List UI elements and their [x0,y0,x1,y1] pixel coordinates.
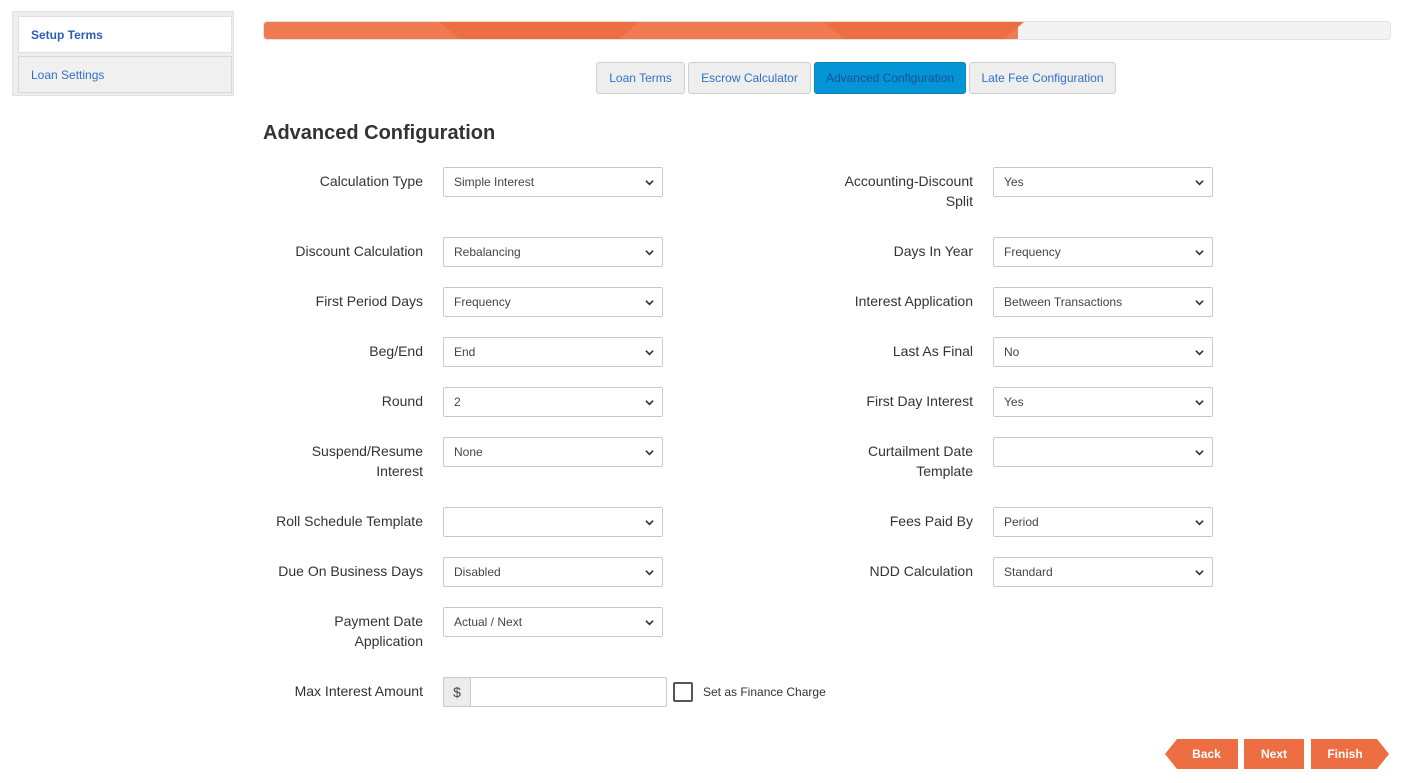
roll-schedule-template-label: Roll Schedule Template [276,513,423,529]
round-value: 2 [454,395,461,409]
progress-bar [263,21,1391,40]
first-day-interest-value: Yes [1004,395,1024,409]
curtailment-date-template-label: Curtailment Date Template [867,443,973,479]
ndd-calculation-select[interactable]: Standard [993,557,1213,587]
due-on-business-days-label: Due On Business Days [278,563,423,579]
beg-end-label: Beg/End [369,343,423,359]
currency-addon: $ [443,677,471,707]
progress-segment [824,22,1024,39]
tab-late-fee-configuration[interactable]: Late Fee Configuration [969,62,1116,94]
chevron-down-icon [645,570,654,576]
calculation-type-label: Calculation Type [319,173,423,189]
suspend-resume-interest-select[interactable]: None [443,437,663,467]
last-as-final-value: No [1004,345,1020,359]
days-in-year-select[interactable]: Frequency [993,237,1213,267]
chevron-down-icon [645,300,654,306]
fees-paid-by-value: Period [1004,515,1039,529]
days-in-year-label: Days In Year [893,243,973,259]
set-as-finance-charge-label: Set as Finance Charge [703,685,826,699]
tab-escrow-calculator[interactable]: Escrow Calculator [688,62,811,94]
chevron-down-icon [645,620,654,626]
beg-end-value: End [454,345,476,359]
interest-application-select[interactable]: Between Transactions [993,287,1213,317]
next-button[interactable]: Next [1244,739,1304,769]
tab-bar: Loan Terms Escrow Calculator Advanced Co… [596,62,1116,94]
chevron-down-icon [1195,300,1204,306]
chevron-down-icon [645,520,654,526]
due-on-business-days-select[interactable]: Disabled [443,557,663,587]
interest-application-value: Between Transactions [1004,295,1123,309]
calculation-type-select[interactable]: Simple Interest [443,167,663,197]
chevron-down-icon [645,180,654,186]
progress-segment [439,22,639,39]
suspend-resume-interest-label: Suspend/Resume Interest [311,443,423,479]
calculation-type-value: Simple Interest [454,175,535,189]
max-interest-amount-label: Max Interest Amount [294,683,423,699]
ndd-calculation-label: NDD Calculation [869,563,973,579]
accounting-discount-split-label: Accounting-Discount Split [844,173,973,209]
first-period-days-value: Frequency [454,295,511,309]
chevron-down-icon [1195,350,1204,356]
set-as-finance-charge-checkbox[interactable] [673,682,693,702]
roll-schedule-template-select[interactable] [443,507,663,537]
accounting-discount-split-value: Yes [1004,175,1024,189]
finish-button[interactable]: Finish [1311,739,1389,769]
discount-calculation-value: Rebalancing [454,245,521,259]
payment-date-application-select[interactable]: Actual / Next [443,607,663,637]
sidebar-item-loan-settings[interactable]: Loan Settings [18,56,232,93]
tab-advanced-configuration[interactable]: Advanced Configuration [814,62,966,94]
days-in-year-value: Frequency [1004,245,1061,259]
suspend-resume-interest-value: None [454,445,483,459]
round-label: Round [381,393,423,409]
first-period-days-label: First Period Days [315,293,423,309]
discount-calculation-label: Discount Calculation [295,243,423,259]
round-select[interactable]: 2 [443,387,663,417]
beg-end-select[interactable]: End [443,337,663,367]
curtailment-date-template-select[interactable] [993,437,1213,467]
ndd-calculation-value: Standard [1004,565,1053,579]
payment-date-application-value: Actual / Next [454,615,523,629]
due-on-business-days-value: Disabled [454,565,501,579]
chevron-down-icon [645,350,654,356]
fees-paid-by-label: Fees Paid By [889,513,973,529]
chevron-down-icon [1195,400,1204,406]
last-as-final-label: Last As Final [892,343,973,359]
last-as-final-select[interactable]: No [993,337,1213,367]
interest-application-label: Interest Application [854,293,973,309]
accounting-discount-split-select[interactable]: Yes [993,167,1213,197]
chevron-down-icon [1195,520,1204,526]
chevron-down-icon [645,450,654,456]
back-button[interactable]: Back [1165,739,1238,769]
page-title: Advanced Configuration [263,122,496,144]
first-day-interest-select[interactable]: Yes [993,387,1213,417]
max-interest-amount-input[interactable] [470,677,667,707]
chevron-down-icon [1195,450,1204,456]
discount-calculation-select[interactable]: Rebalancing [443,237,663,267]
sidebar-item-setup-terms[interactable]: Setup Terms [18,16,232,53]
chevron-down-icon [1195,570,1204,576]
chevron-down-icon [1195,250,1204,256]
first-period-days-select[interactable]: Frequency [443,287,663,317]
payment-date-application-label: Payment Date Application [334,613,423,649]
chevron-down-icon [645,400,654,406]
sidebar: Setup Terms Loan Settings [12,11,234,96]
first-day-interest-label: First Day Interest [866,393,973,409]
fees-paid-by-select[interactable]: Period [993,507,1213,537]
chevron-down-icon [645,250,654,256]
chevron-down-icon [1195,180,1204,186]
tab-loan-terms[interactable]: Loan Terms [596,62,685,94]
